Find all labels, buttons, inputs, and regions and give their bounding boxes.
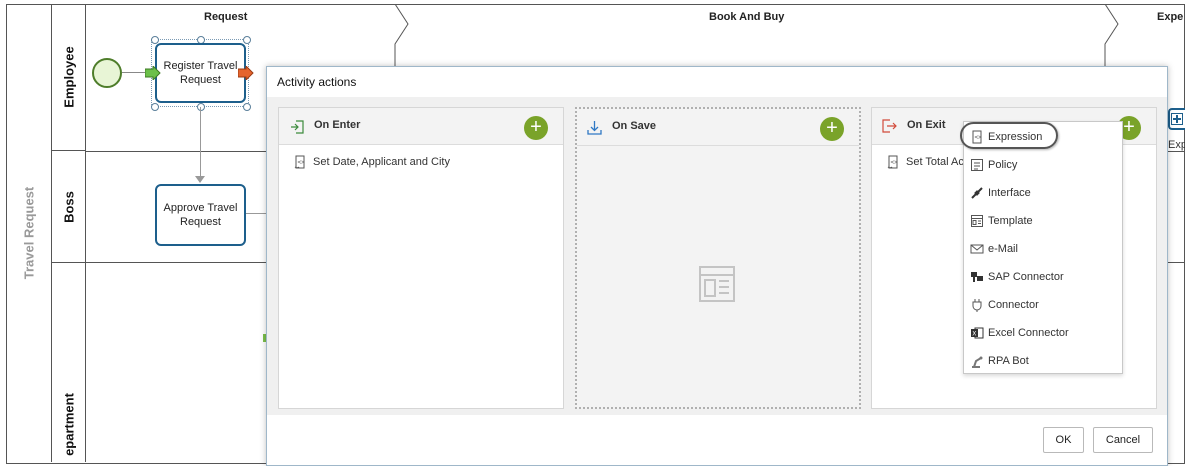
connector-icon [972, 299, 982, 312]
save-icon [587, 121, 602, 135]
enter-icon [291, 120, 304, 134]
menu-item-sap-connector[interactable]: SAP Connector [970, 267, 1064, 287]
menu-item-rpa-bot[interactable]: RPA Bot [970, 351, 1029, 371]
expression-icon: <> [294, 155, 306, 169]
lane-label-department: epartment [52, 263, 86, 462]
action-item[interactable]: <> Set Date, Applicant and City [293, 155, 450, 169]
expression-icon: <> [887, 155, 899, 169]
add-action-button[interactable]: + [524, 116, 548, 140]
panel-header: On Enter + [279, 108, 563, 145]
sequence-flow [200, 107, 201, 177]
sequence-flow [246, 213, 266, 214]
svg-text:<>: <> [298, 159, 306, 166]
phase-title-expenses: Expe [1157, 11, 1184, 23]
panel-title: On Enter [314, 119, 361, 131]
start-event[interactable] [92, 58, 122, 88]
sequence-flow [122, 72, 146, 73]
resize-handle[interactable] [243, 36, 251, 44]
action-item[interactable]: <> Set Total Ac [886, 155, 964, 169]
task-partial-label: Exp [1168, 139, 1185, 151]
ok-button[interactable]: OK [1043, 427, 1084, 453]
task-partial[interactable] [1168, 108, 1185, 130]
phase-separator [394, 4, 409, 66]
robot-arm-icon [972, 356, 983, 368]
panel-on-enter: On Enter + <> Set Date, Applicant and Ci… [278, 107, 564, 409]
menu-item-email[interactable]: e-Mail [970, 239, 1018, 259]
highlight-ring [960, 122, 1058, 149]
panel-on-save: On Save + [575, 107, 861, 409]
arrowhead-icon [195, 176, 205, 183]
dialog-title: Activity actions [277, 75, 357, 89]
add-action-menu: <> Expression Policy Interface Template … [963, 121, 1123, 374]
resize-handle[interactable] [243, 103, 251, 111]
outgoing-marker-icon [238, 66, 254, 80]
menu-item-template[interactable]: Template [970, 211, 1033, 231]
resize-handle[interactable] [197, 103, 205, 111]
resize-handle[interactable] [151, 103, 159, 111]
menu-item-excel-connector[interactable]: X Excel Connector [970, 323, 1069, 343]
phase-title-request: Request [204, 11, 248, 23]
cancel-button[interactable]: Cancel [1093, 427, 1153, 453]
menu-item-connector[interactable]: Connector [970, 295, 1039, 315]
svg-text:X: X [972, 331, 976, 338]
phase-separator [1104, 4, 1119, 66]
menu-item-policy[interactable]: Policy [970, 155, 1017, 175]
panel-title: On Exit [907, 119, 946, 131]
panel-header: On Save + [577, 109, 859, 146]
task-approve-travel-request[interactable]: Approve Travel Request [155, 184, 246, 246]
sap-connector-icon [971, 272, 983, 282]
svg-text:<>: <> [891, 159, 899, 166]
incoming-marker-icon [145, 66, 161, 80]
subprocess-plus-icon [1171, 113, 1183, 125]
panel-title: On Save [612, 120, 657, 132]
pool-label: Travel Request [6, 4, 52, 462]
lane-label-boss: Boss [52, 151, 86, 263]
plug-icon [971, 187, 983, 199]
policy-icon [971, 159, 983, 171]
task-register-travel-request[interactable]: Register Travel Request [155, 43, 246, 103]
empty-placeholder-icon [699, 266, 735, 302]
phase-title-book-and-buy: Book And Buy [709, 11, 785, 23]
template-icon [971, 215, 983, 227]
add-action-button[interactable]: + [820, 117, 844, 141]
mail-icon [970, 244, 984, 254]
lane-label-employee: Employee [52, 4, 86, 151]
menu-item-interface[interactable]: Interface [970, 183, 1031, 203]
exit-icon [882, 119, 897, 133]
excel-icon: X [971, 327, 984, 339]
